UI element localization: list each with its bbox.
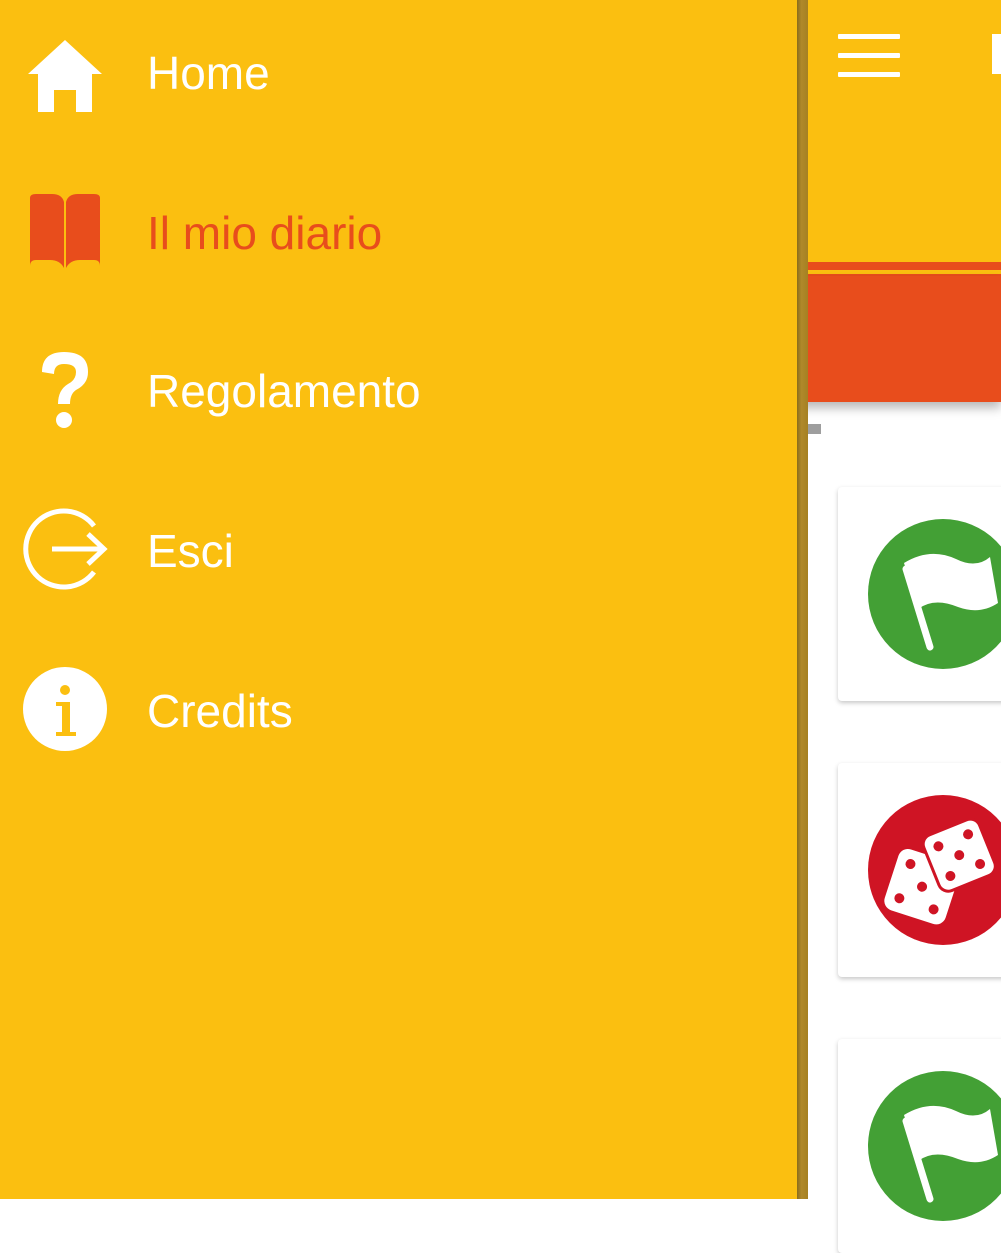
menu-item-label: Regolamento [147, 365, 421, 417]
menu-item-diary[interactable]: Il mio diario [0, 170, 797, 290]
info-icon [22, 666, 108, 752]
menu-item-logout[interactable]: Esci [0, 488, 797, 608]
question-mark-icon [22, 346, 108, 432]
logout-icon [22, 506, 108, 592]
flag-icon [868, 519, 1001, 669]
hamburger-icon-bar [838, 72, 900, 77]
book-icon [22, 188, 108, 274]
page-title-clipped [992, 34, 1001, 74]
menu-item-label: Home [147, 47, 270, 99]
drawer-scrim-edge [797, 0, 808, 1199]
menu-item-label: Esci [147, 525, 234, 577]
challenge-card[interactable] [838, 487, 1001, 701]
menu-item-home[interactable]: Home [0, 10, 797, 130]
hamburger-icon-bar [838, 53, 900, 58]
menu-item-label: Credits [147, 685, 293, 737]
dice-icon [868, 795, 1001, 945]
menu-item-label: Il mio diario [147, 207, 383, 259]
home-icon [22, 28, 108, 114]
menu-toggle-button[interactable] [838, 34, 900, 80]
challenge-card[interactable] [838, 1039, 1001, 1253]
menu-item-credits[interactable]: Credits [0, 648, 797, 768]
hamburger-icon-bar [838, 34, 900, 39]
navigation-drawer: Home Il mio diario Regolamento Esci Cred… [0, 0, 797, 1199]
scroll-indicator [808, 424, 821, 434]
challenge-card[interactable] [838, 763, 1001, 977]
menu-item-rules[interactable]: Regolamento [0, 328, 797, 448]
